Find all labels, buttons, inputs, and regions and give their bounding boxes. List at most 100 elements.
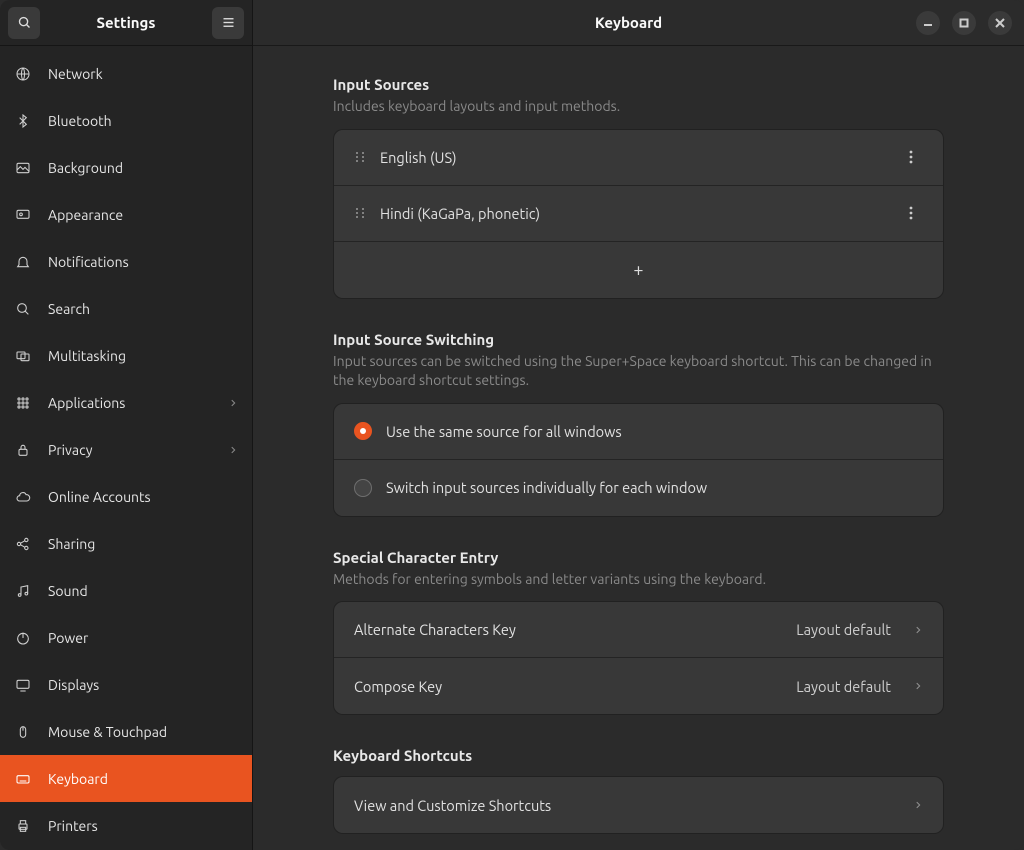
sidebar-item-label: Mouse & Touchpad <box>48 724 238 740</box>
input-switching-section: Input Source Switching Input sources can… <box>333 331 944 517</box>
sidebar-item-background[interactable]: Background <box>0 144 252 191</box>
sidebar-item-multitasking[interactable]: Multitasking <box>0 332 252 379</box>
section-desc: Input sources can be switched using the … <box>333 352 944 391</box>
section-desc: Methods for entering symbols and letter … <box>333 570 944 590</box>
sidebar: Settings Network Bluetooth Background Ap… <box>0 0 253 850</box>
sidebar-item-label: Search <box>48 301 238 317</box>
multitasking-icon <box>14 348 32 364</box>
bluetooth-icon <box>14 113 32 129</box>
sidebar-item-appearance[interactable]: Appearance <box>0 191 252 238</box>
share-icon <box>14 536 32 552</box>
search-button[interactable] <box>8 7 40 39</box>
sidebar-item-label: Sound <box>48 583 238 599</box>
appearance-icon <box>14 207 32 223</box>
sidebar-item-label: Network <box>48 66 238 82</box>
settings-title: Settings <box>48 14 204 31</box>
sidebar-item-label: Sharing <box>48 536 238 552</box>
sidebar-item-label: Keyboard <box>48 771 238 787</box>
apps-icon <box>14 395 32 411</box>
plus-icon: + <box>633 260 643 280</box>
minimize-button[interactable] <box>916 11 940 35</box>
sidebar-item-label: Bluetooth <box>48 113 238 129</box>
sidebar-item-sound[interactable]: Sound <box>0 567 252 614</box>
cloud-icon <box>14 489 32 505</box>
sidebar-list: Network Bluetooth Background Appearance … <box>0 46 252 850</box>
window-controls <box>916 11 1016 35</box>
chevron-right-icon <box>913 625 923 635</box>
switching-each-option[interactable]: Switch input sources individually for ea… <box>334 460 943 516</box>
close-button[interactable] <box>988 11 1012 35</box>
row-label: Alternate Characters Key <box>354 621 782 638</box>
sidebar-item-notifications[interactable]: Notifications <box>0 238 252 285</box>
sidebar-item-keyboard[interactable]: Keyboard <box>0 755 252 802</box>
more-options-button[interactable] <box>899 201 923 225</box>
lock-icon <box>14 442 32 458</box>
input-source-name: English (US) <box>380 149 885 166</box>
switching-same-option[interactable]: Use the same source for all windows <box>334 404 943 460</box>
add-input-source-button[interactable]: + <box>334 242 943 298</box>
sidebar-item-mouse[interactable]: Mouse & Touchpad <box>0 708 252 755</box>
power-icon <box>14 630 32 646</box>
music-icon <box>14 583 32 599</box>
chevron-right-icon <box>228 398 238 408</box>
option-label: Switch input sources individually for ea… <box>386 479 923 496</box>
special-character-section: Special Character Entry Methods for ente… <box>333 549 944 716</box>
section-title: Keyboard Shortcuts <box>333 747 944 764</box>
input-source-row[interactable]: English (US) <box>334 130 943 186</box>
keyboard-shortcuts-section: Keyboard Shortcuts View and Customize Sh… <box>333 747 944 834</box>
sidebar-item-label: Privacy <box>48 442 212 458</box>
special-character-list: Alternate Characters Key Layout default … <box>333 601 944 715</box>
input-source-name: Hindi (KaGaPa, phonetic) <box>380 205 885 222</box>
sidebar-item-network[interactable]: Network <box>0 50 252 97</box>
sidebar-item-displays[interactable]: Displays <box>0 661 252 708</box>
keyboard-shortcuts-list: View and Customize Shortcuts <box>333 776 944 834</box>
sidebar-item-search[interactable]: Search <box>0 285 252 332</box>
alternate-chars-row[interactable]: Alternate Characters Key Layout default <box>334 602 943 658</box>
sidebar-item-label: Online Accounts <box>48 489 238 505</box>
row-label: Compose Key <box>354 678 782 695</box>
view-shortcuts-row[interactable]: View and Customize Shortcuts <box>334 777 943 833</box>
maximize-button[interactable] <box>952 11 976 35</box>
option-label: Use the same source for all windows <box>386 423 923 440</box>
keyboard-icon <box>14 771 32 787</box>
main-panel: Keyboard Input Sources Includes keyboard… <box>253 0 1024 850</box>
sidebar-item-label: Multitasking <box>48 348 238 364</box>
sidebar-item-printers[interactable]: Printers <box>0 802 252 849</box>
chevron-right-icon <box>913 681 923 691</box>
sidebar-item-bluetooth[interactable]: Bluetooth <box>0 97 252 144</box>
section-title: Special Character Entry <box>333 549 944 566</box>
sidebar-item-sharing[interactable]: Sharing <box>0 520 252 567</box>
input-sources-list: English (US) Hindi (KaGaPa, phonetic) + <box>333 129 944 299</box>
sidebar-item-label: Appearance <box>48 207 238 223</box>
sidebar-item-label: Power <box>48 630 238 646</box>
globe-icon <box>14 66 32 82</box>
radio-off-icon <box>354 479 372 497</box>
sidebar-item-label: Notifications <box>48 254 238 270</box>
sidebar-item-applications[interactable]: Applications <box>0 379 252 426</box>
section-title: Input Sources <box>333 76 944 93</box>
primary-menu-button[interactable] <box>212 7 244 39</box>
row-value: Layout default <box>796 678 891 695</box>
drag-handle-icon[interactable] <box>354 207 366 219</box>
more-options-button[interactable] <box>899 145 923 169</box>
display-icon <box>14 677 32 693</box>
mouse-icon <box>14 724 32 740</box>
sidebar-item-power[interactable]: Power <box>0 614 252 661</box>
section-title: Input Source Switching <box>333 331 944 348</box>
chevron-right-icon <box>913 800 923 810</box>
sidebar-item-label: Printers <box>48 818 238 834</box>
sidebar-item-privacy[interactable]: Privacy <box>0 426 252 473</box>
picture-icon <box>14 160 32 176</box>
input-source-row[interactable]: Hindi (KaGaPa, phonetic) <box>334 186 943 242</box>
sidebar-item-online-accounts[interactable]: Online Accounts <box>0 473 252 520</box>
section-desc: Includes keyboard layouts and input meth… <box>333 97 944 117</box>
chevron-right-icon <box>228 445 238 455</box>
sidebar-item-label: Background <box>48 160 238 176</box>
compose-key-row[interactable]: Compose Key Layout default <box>334 658 943 714</box>
row-value: Layout default <box>796 621 891 638</box>
printer-icon <box>14 818 32 834</box>
drag-handle-icon[interactable] <box>354 151 366 163</box>
bell-icon <box>14 254 32 270</box>
input-switching-options: Use the same source for all windows Swit… <box>333 403 944 517</box>
sidebar-item-label: Applications <box>48 395 212 411</box>
